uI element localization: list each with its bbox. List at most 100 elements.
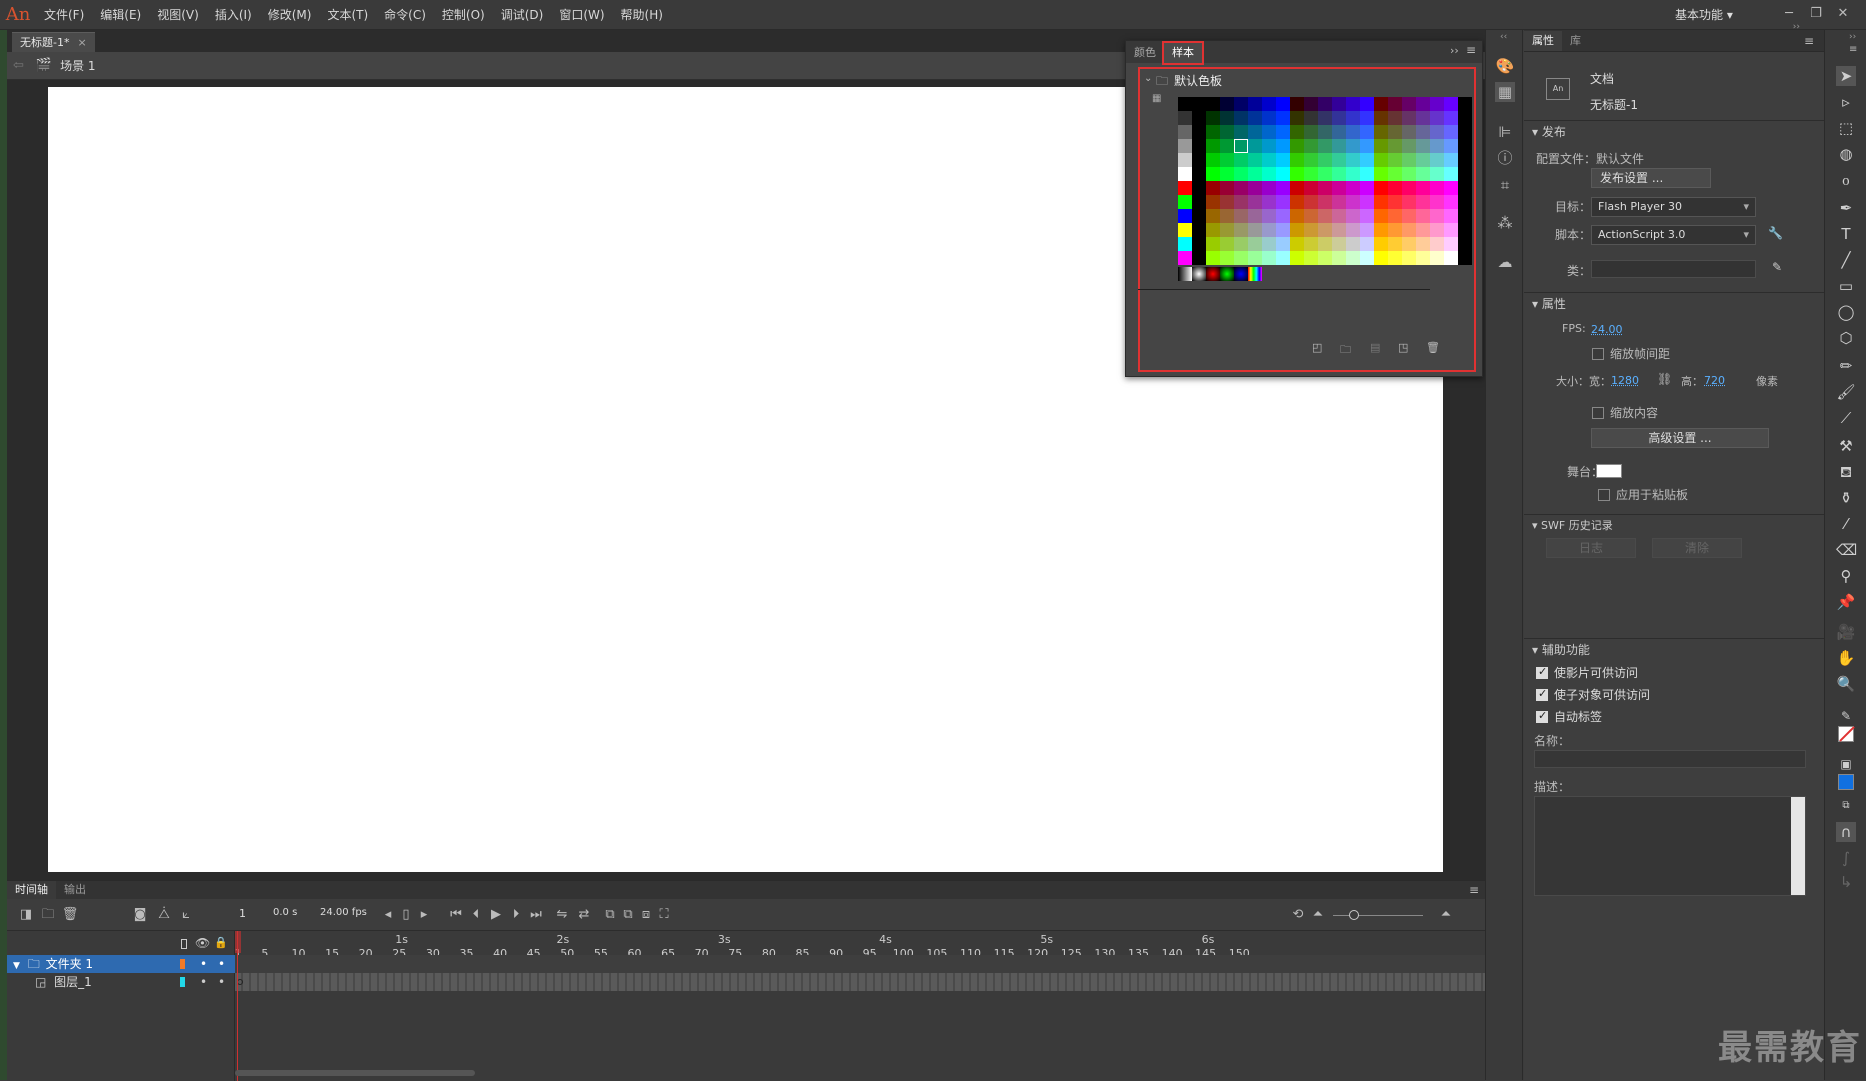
3d-rotation-tool-icon[interactable]: ◍ [1836, 144, 1856, 164]
pencil-tool-icon[interactable]: ✏ [1836, 356, 1856, 376]
stroke-color-icon[interactable]: ✎ [1836, 706, 1856, 726]
prev-keyframe-icon[interactable]: ◂ [379, 906, 397, 924]
fps-value[interactable]: 24.00 [1591, 323, 1623, 336]
workspace-switcher[interactable]: 基本功能 ▾ [1675, 0, 1733, 30]
brush-tool-icon[interactable]: ⟋ [1836, 408, 1856, 428]
delete-layer-icon[interactable]: 🗑 [61, 906, 79, 924]
line-tool-icon[interactable]: ╱ [1836, 250, 1856, 270]
chevron-down-icon[interactable]: ▼ [13, 961, 20, 971]
gradient-swatches[interactable] [1178, 267, 1262, 281]
visible-dot[interactable]: • [200, 955, 207, 973]
fill-color-swatch[interactable] [1838, 774, 1854, 790]
add-icon[interactable]: ◳ [1398, 341, 1408, 354]
layer-color-marker[interactable] [180, 977, 185, 987]
subselection-tool-icon[interactable]: ▹ [1836, 92, 1856, 112]
new-folder-icon[interactable]: 🗀 [39, 906, 57, 924]
undo-icon[interactable]: ⟲ [1289, 906, 1307, 924]
apply-pasteboard-checkbox[interactable] [1598, 489, 1610, 501]
menu-item-7[interactable]: 控制(O) [434, 0, 493, 30]
snap-to-objects-icon[interactable]: ∩ [1836, 822, 1856, 842]
hand-tool-icon[interactable]: ✋ [1836, 648, 1856, 668]
color-panel-icon[interactable]: 🎨 [1495, 56, 1515, 76]
eyedropper-tool-icon[interactable]: ⁄ [1836, 514, 1856, 534]
scale-spans-checkbox[interactable] [1592, 348, 1604, 360]
straighten-icon[interactable]: ↳ [1836, 872, 1856, 892]
width-tool-icon[interactable]: ⚲ [1836, 566, 1856, 586]
oval-tool-icon[interactable]: ◯ [1836, 302, 1856, 322]
menu-item-8[interactable]: 调试(D) [493, 0, 552, 30]
back-arrow-icon[interactable]: ⇦ [13, 58, 24, 73]
paint-brush-tool-icon[interactable]: 🖌 [1836, 382, 1856, 402]
pin-tool-icon[interactable]: 📌 [1836, 592, 1856, 612]
current-frame[interactable]: 1 [239, 907, 246, 920]
menu-item-6[interactable]: 命令(C) [376, 0, 434, 30]
panel-menu-icon[interactable]: ≡ [1469, 883, 1479, 897]
center-frame-icon[interactable]: ⇄ [575, 906, 593, 924]
edit-multiple-frames-icon[interactable]: ⧈ [637, 906, 655, 924]
class-input[interactable] [1591, 260, 1756, 278]
scrollbar[interactable] [1791, 797, 1805, 895]
free-transform-tool-icon[interactable]: ⬚ [1836, 118, 1856, 138]
description-textarea[interactable] [1534, 796, 1806, 896]
default-swatch-folder-label[interactable]: 默认色板 [1174, 72, 1222, 89]
horizontal-scrollbar[interactable] [235, 1070, 475, 1076]
zoom-slider-handle[interactable] [1349, 910, 1359, 920]
current-time[interactable]: 0.0 s [273, 907, 297, 918]
accessible-children-checkbox[interactable] [1536, 687, 1548, 701]
outline-toggle-icon[interactable] [181, 939, 187, 949]
lock-dot[interactable]: • [218, 955, 225, 973]
swap-colors-icon[interactable]: ⧉ [1836, 796, 1856, 816]
scale-content-checkbox[interactable] [1592, 407, 1604, 419]
duplicate-icon[interactable]: ▤ [1370, 341, 1380, 354]
fill-color-icon[interactable]: ▣ [1836, 754, 1856, 774]
layer-row-folder[interactable]: ▼ 🗀 文件夹 1 • • [7, 955, 235, 973]
align-icon[interactable]: ⊫ [1495, 122, 1515, 142]
smooth-icon[interactable]: ∫ [1836, 848, 1856, 868]
frame-rate[interactable]: 24.00 fps [320, 907, 367, 918]
clear-button[interactable]: 清除 [1652, 538, 1742, 558]
link-icon[interactable]: ⛓ [1657, 372, 1672, 386]
insert-keyframe-icon[interactable]: ▯ [397, 906, 415, 924]
go-to-last-frame-icon[interactable]: ⏭ [527, 906, 545, 924]
menu-item-5[interactable]: 文本(T) [319, 0, 376, 30]
menu-item-3[interactable]: 插入(I) [207, 0, 260, 30]
tab-swatches[interactable]: 样本 [1162, 41, 1204, 65]
rectangle-tool-icon[interactable]: ▭ [1836, 276, 1856, 296]
auto-label-checkbox[interactable] [1536, 709, 1548, 723]
trash-icon[interactable]: 🗑 [1426, 341, 1440, 354]
collapse-panel-icon[interactable]: ›› [1450, 44, 1459, 57]
stroke-color-swatch[interactable] [1838, 726, 1855, 742]
tab-properties[interactable]: 属性 [1524, 31, 1562, 51]
lock-icon[interactable]: 🔒 [214, 936, 228, 949]
layer-frames[interactable] [235, 973, 1485, 991]
go-to-first-frame-icon[interactable]: ⏮ [447, 906, 465, 924]
name-input[interactable] [1534, 750, 1806, 768]
menu-item-0[interactable]: 文件(F) [36, 0, 92, 30]
new-layer-icon[interactable]: ◨ [17, 906, 35, 924]
layer-depth-icon[interactable]: ⟀ [177, 906, 195, 924]
height-value[interactable]: 720 [1704, 374, 1725, 387]
modify-onion-markers-icon[interactable]: ⛶ [655, 906, 673, 924]
document-tab[interactable]: 无标题-1* × [12, 32, 95, 52]
restore-icon[interactable]: ❐ [1803, 3, 1829, 25]
folder-icon[interactable]: 🗀 [1340, 341, 1351, 360]
swatch-grid[interactable] [1178, 97, 1472, 265]
publish-settings-button[interactable]: 发布设置 ... [1591, 168, 1711, 188]
ink-bottle-tool-icon[interactable]: ⚱ [1836, 488, 1856, 508]
lasso-tool-icon[interactable]: ᦞ [1836, 170, 1856, 190]
zoom-out-icon[interactable]: ⏶ [1309, 906, 1327, 924]
width-value[interactable]: 1280 [1611, 374, 1639, 387]
step-forward-icon[interactable]: ⏵ [507, 906, 525, 924]
polystar-tool-icon[interactable]: ⬡ [1836, 328, 1856, 348]
layer-name[interactable]: 文件夹 1 [46, 957, 93, 971]
layer-color-marker[interactable] [180, 959, 185, 969]
target-select[interactable]: Flash Player 30 [1591, 197, 1756, 217]
accessibility-section-header[interactable]: ▾ 辅助功能 [1532, 641, 1590, 658]
properties-section-header[interactable]: ▾ 属性 [1532, 295, 1566, 312]
tab-color[interactable]: 颜色 [1126, 43, 1164, 63]
swf-history-section-header[interactable]: ▾ SWF 历史记录 [1532, 517, 1613, 533]
frame-area[interactable]: 1 5 10 15 20 25 30 35 40 45 50 55 60 65 70 75 80 85 90 95 10… [235, 931, 1485, 1081]
menu-item-10[interactable]: 帮助(H) [613, 0, 671, 30]
swatches-panel-icon[interactable]: ▦ [1495, 82, 1515, 102]
layer-row[interactable]: ◲ 图层_1 • • [7, 973, 235, 991]
